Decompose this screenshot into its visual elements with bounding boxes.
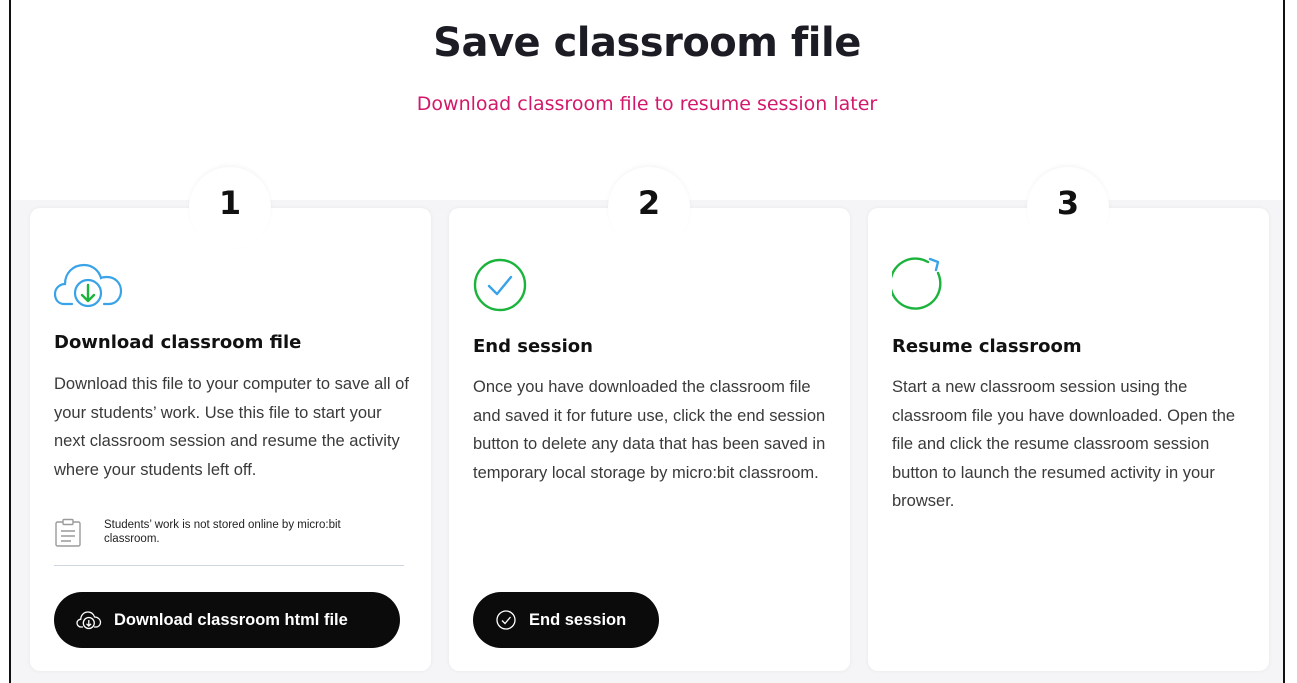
check-circle-icon	[473, 258, 527, 312]
step-title: Resume classroom	[892, 336, 1082, 357]
check-circle-icon	[496, 610, 516, 630]
step-description: Start a new classroom session using the …	[892, 378, 1236, 510]
storage-note: Students’ work is not stored online by m…	[54, 515, 404, 566]
step-title: End session	[473, 336, 593, 357]
step-number: 1	[218, 184, 242, 222]
step-card-end-session: 2 End session Once you have downloaded t…	[449, 167, 850, 671]
step-card-resume: 3 Resume classroom Start a new classroom…	[868, 167, 1269, 671]
note-text: Students’ work is not stored online by m…	[104, 519, 341, 545]
step-number-badge: 1	[189, 167, 271, 249]
step-number: 3	[1056, 184, 1080, 222]
save-classroom-panel: Save classroom file Download classroom f…	[9, 0, 1285, 683]
refresh-circle-icon	[892, 257, 942, 310]
cloud-download-icon	[54, 263, 123, 308]
step-title: Download classroom file	[54, 332, 302, 353]
notepad-icon	[55, 518, 81, 547]
step-number: 2	[637, 184, 661, 222]
button-label: End session	[529, 610, 627, 629]
page-subtitle: Download classroom file to resume sessio…	[416, 93, 878, 115]
step-number-badge: 2	[608, 167, 690, 249]
step-description: Download this file to your computer to s…	[54, 375, 409, 479]
button-label: Download classroom html file	[114, 610, 348, 629]
end-session-button[interactable]: End session	[473, 592, 659, 648]
cloud-download-icon	[76, 611, 102, 630]
download-classroom-button[interactable]: Download classroom html file	[54, 592, 400, 648]
step-number-badge: 3	[1027, 167, 1109, 249]
page-title: Save classroom file	[433, 20, 861, 66]
step-description: Once you have downloaded the classroom f…	[473, 378, 826, 482]
step-card-download: 1 Download classroom file Download this …	[30, 167, 431, 671]
